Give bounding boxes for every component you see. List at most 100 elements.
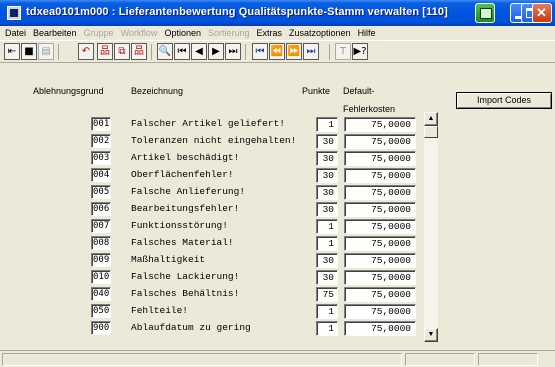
- column-header-code: Ablehnungsgrund: [33, 86, 104, 96]
- new-record-icon[interactable]: 品: [97, 43, 113, 60]
- default-cost-field[interactable]: 75,0000: [344, 168, 416, 183]
- points-field[interactable]: 1: [316, 321, 338, 336]
- record-row[interactable]: 010 Falsche Lackierung! 30 75,0000: [0, 270, 555, 287]
- last-set-icon[interactable]: ⏭: [303, 43, 319, 60]
- find-icon[interactable]: 🔍: [157, 43, 173, 60]
- scrollbar-thumb[interactable]: [424, 126, 438, 138]
- record-row[interactable]: 050 Fehlteile! 1 75,0000: [0, 304, 555, 321]
- next-set-icon[interactable]: ⏩: [286, 43, 302, 60]
- points-field[interactable]: 75: [316, 287, 338, 302]
- code-field[interactable]: 050: [91, 304, 111, 318]
- first-set-icon[interactable]: ⏮: [252, 43, 268, 60]
- menu-hilfe[interactable]: Hilfe: [358, 28, 376, 38]
- record-row[interactable]: 004 Oberflächenfehler! 30 75,0000: [0, 168, 555, 185]
- description-text: Bearbeitungsfehler!: [131, 203, 240, 214]
- record-row[interactable]: 005 Falsche Anlieferung! 30 75,0000: [0, 185, 555, 202]
- default-cost-field[interactable]: 75,0000: [344, 202, 416, 217]
- menu-zusatzoptionen[interactable]: Zusatzoptionen: [289, 28, 351, 38]
- points-field[interactable]: 30: [316, 134, 338, 149]
- scroll-down-button[interactable]: ▼: [424, 328, 438, 342]
- code-field[interactable]: 006: [91, 202, 111, 216]
- application-icon[interactable]: [7, 6, 21, 20]
- record-row[interactable]: 003 Artikel beschädigt! 30 75,0000: [0, 151, 555, 168]
- code-field[interactable]: 001: [91, 117, 111, 131]
- text-icon: T: [335, 43, 351, 60]
- print-icon: ▤: [38, 43, 54, 60]
- points-field[interactable]: 30: [316, 253, 338, 268]
- code-field[interactable]: 010: [91, 270, 111, 284]
- context-help-icon[interactable]: ▶?: [352, 43, 368, 60]
- code-field[interactable]: 004: [91, 168, 111, 182]
- previous-record-icon[interactable]: ◀: [191, 43, 207, 60]
- menu-bar: Datei Bearbeiten Gruppe Workflow Optionen Sor…: [0, 26, 555, 40]
- code-field[interactable]: 900: [91, 321, 111, 335]
- record-row[interactable]: 040 Falsches Behältnis! 75 75,0000: [0, 287, 555, 304]
- description-text: Falsches Material!: [131, 237, 234, 248]
- menu-gruppe: Gruppe: [83, 28, 114, 38]
- vertical-scrollbar[interactable]: ▲ ▼: [424, 112, 438, 342]
- default-cost-field[interactable]: 75,0000: [344, 287, 416, 302]
- import-codes-button[interactable]: Import Codes: [456, 92, 552, 109]
- code-field[interactable]: 002: [91, 134, 111, 148]
- points-field[interactable]: 30: [316, 151, 338, 166]
- scrollbar-track[interactable]: [424, 126, 438, 328]
- points-field[interactable]: 30: [316, 270, 338, 285]
- copy-record-icon[interactable]: ⧉: [114, 43, 130, 60]
- points-field[interactable]: 1: [316, 304, 338, 319]
- toolbar-separator: [245, 44, 246, 60]
- save-icon[interactable]: ■: [21, 43, 37, 60]
- code-field[interactable]: 003: [91, 151, 111, 165]
- exit-icon[interactable]: ⇤: [4, 43, 20, 60]
- points-field[interactable]: 1: [316, 219, 338, 234]
- title-bar[interactable]: tdxea0101m000 : Lieferantenbewertung Qua…: [0, 0, 555, 26]
- next-record-icon[interactable]: ▶: [208, 43, 224, 60]
- record-row[interactable]: 006 Bearbeitungsfehler! 30 75,0000: [0, 202, 555, 219]
- menu-datei[interactable]: Datei: [5, 28, 26, 38]
- status-bar: [0, 350, 555, 367]
- toolbar-separator: [329, 44, 330, 60]
- scroll-up-button[interactable]: ▲: [424, 112, 438, 126]
- close-button[interactable]: [532, 3, 552, 23]
- menu-extras[interactable]: Extras: [257, 28, 283, 38]
- column-header-cost-line2: Fehlerkosten: [343, 104, 396, 114]
- description-text: Fehlteile!: [131, 305, 189, 316]
- description-text: Maßhaltigkeit: [131, 254, 206, 265]
- points-field[interactable]: 30: [316, 202, 338, 217]
- default-cost-field[interactable]: 75,0000: [344, 270, 416, 285]
- code-field[interactable]: 040: [91, 287, 111, 301]
- undo-icon[interactable]: ↶: [78, 43, 94, 60]
- default-cost-field[interactable]: 75,0000: [344, 134, 416, 149]
- code-field[interactable]: 008: [91, 236, 111, 250]
- delete-record-icon[interactable]: 品: [131, 43, 147, 60]
- points-field[interactable]: 30: [316, 168, 338, 183]
- default-cost-field[interactable]: 75,0000: [344, 185, 416, 200]
- app-switch-icon[interactable]: [475, 3, 495, 23]
- menu-bearbeiten[interactable]: Bearbeiten: [33, 28, 77, 38]
- record-row[interactable]: 900 Ablaufdatum zu gering 1 75,0000: [0, 321, 555, 338]
- toolbar-separator: [151, 44, 152, 60]
- code-field[interactable]: 005: [91, 185, 111, 199]
- description-text: Toleranzen nicht eingehalten!: [131, 135, 297, 146]
- default-cost-field[interactable]: 75,0000: [344, 236, 416, 251]
- points-field[interactable]: 1: [316, 236, 338, 251]
- record-row[interactable]: 002 Toleranzen nicht eingehalten! 30 75,000…: [0, 134, 555, 151]
- record-row[interactable]: 001 Falscher Artikel geliefert! 1 75,0000: [0, 117, 555, 134]
- default-cost-field[interactable]: 75,0000: [344, 219, 416, 234]
- record-row[interactable]: 007 Funktionsstörung! 1 75,0000: [0, 219, 555, 236]
- default-cost-field[interactable]: 75,0000: [344, 117, 416, 132]
- record-row[interactable]: 008 Falsches Material! 1 75,0000: [0, 236, 555, 253]
- default-cost-field[interactable]: 75,0000: [344, 151, 416, 166]
- previous-set-icon[interactable]: ⏪: [269, 43, 285, 60]
- menu-sortierung: Sortierung: [207, 28, 250, 38]
- code-field[interactable]: 009: [91, 253, 111, 267]
- default-cost-field[interactable]: 75,0000: [344, 304, 416, 319]
- points-field[interactable]: 30: [316, 185, 338, 200]
- last-record-icon[interactable]: ⏭: [225, 43, 241, 60]
- default-cost-field[interactable]: 75,0000: [344, 321, 416, 336]
- points-field[interactable]: 1: [316, 117, 338, 132]
- code-field[interactable]: 007: [91, 219, 111, 233]
- menu-optionen[interactable]: Optionen: [164, 28, 201, 38]
- default-cost-field[interactable]: 75,0000: [344, 253, 416, 268]
- first-record-icon[interactable]: ⏮: [174, 43, 190, 60]
- record-row[interactable]: 009 Maßhaltigkeit 30 75,0000: [0, 253, 555, 270]
